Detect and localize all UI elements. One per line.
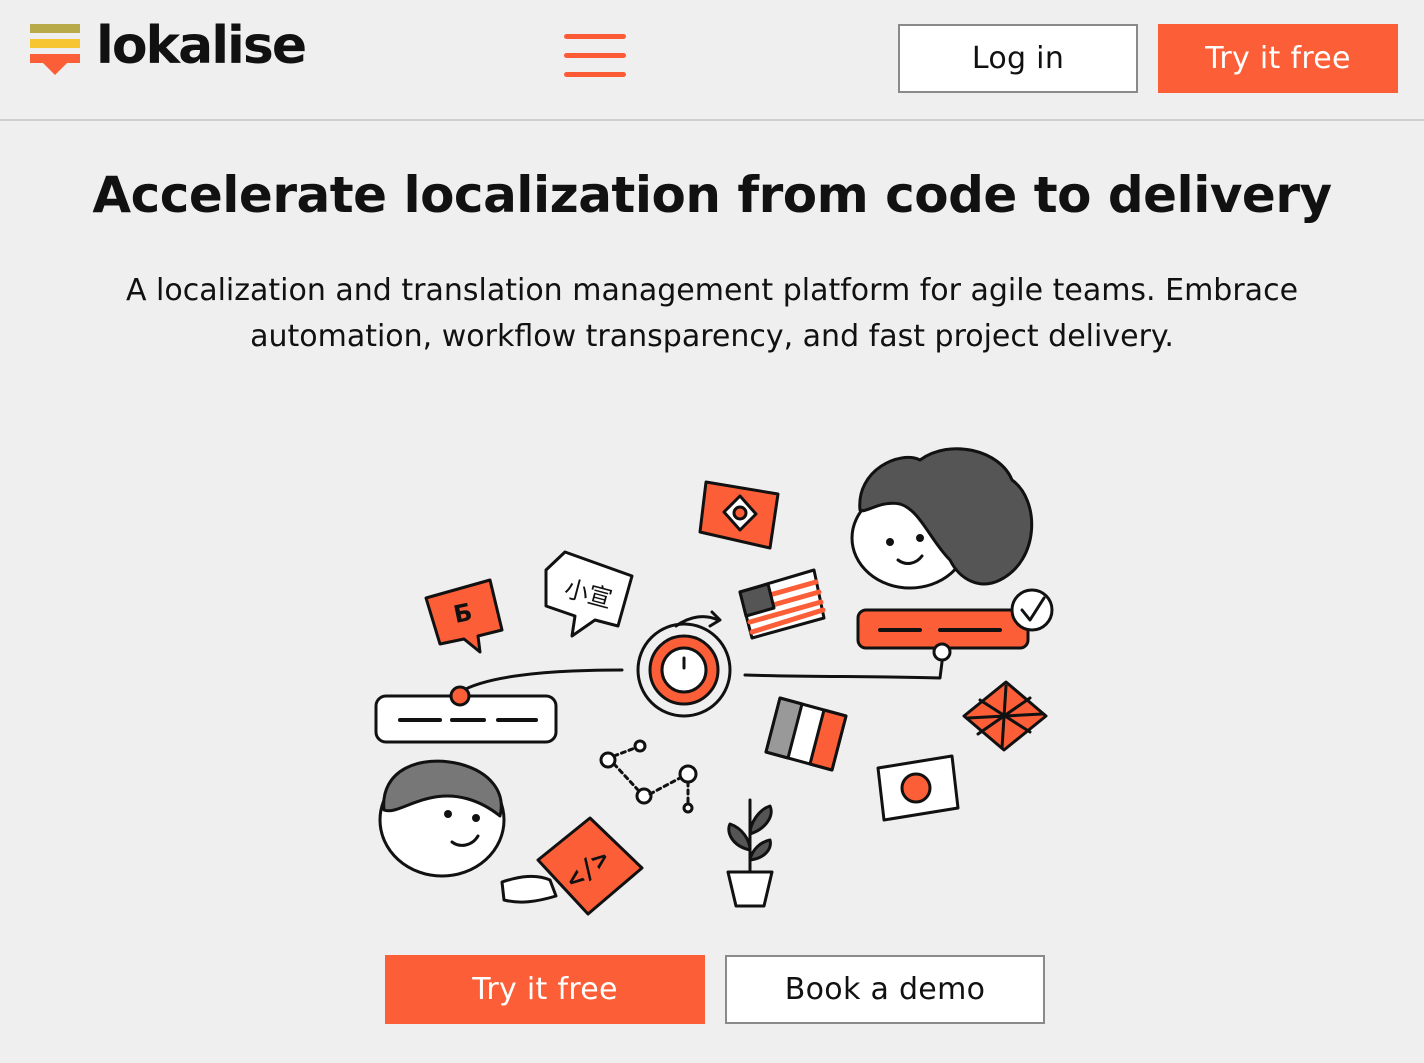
logo-wordmark: lokalise xyxy=(96,16,307,76)
login-button-label: Log in xyxy=(971,41,1065,76)
book-demo-button[interactable]: Book a demo xyxy=(725,955,1045,1024)
lokalise-logo[interactable]: lokalise xyxy=(30,20,307,84)
hero-subtitle-line-2: automation, workflow transparency, and f… xyxy=(250,319,1174,354)
hero-try-free-label: Try it free xyxy=(472,972,618,1007)
hero-subtitle-line-1: A localization and translation managemen… xyxy=(125,273,1299,308)
us-flag-icon xyxy=(738,568,826,640)
text-field-left-icon xyxy=(374,685,558,744)
hero-title: Accelerate localization from code to del… xyxy=(92,166,1332,224)
login-button[interactable]: Log in xyxy=(898,24,1138,93)
hero-illustration: Б 小宣 </> xyxy=(374,447,1054,916)
text-field-right-icon xyxy=(856,588,1054,662)
person-curly-hair-icon xyxy=(850,447,1034,590)
japan-flag-icon xyxy=(876,754,960,822)
hamburger-menu-icon[interactable] xyxy=(564,34,626,78)
site-header: lokalise Log in Try it free xyxy=(0,0,1424,121)
lokalise-logo-icon xyxy=(30,24,80,75)
header-try-free-button[interactable]: Try it free xyxy=(1158,24,1398,93)
orange-flag-icon xyxy=(698,480,780,550)
plant-icon xyxy=(726,798,774,908)
uk-flag-icon xyxy=(962,680,1048,752)
italy-flag-icon xyxy=(764,696,848,772)
book-demo-label: Book a demo xyxy=(784,972,986,1007)
clock-icon xyxy=(636,610,732,718)
person-short-hair-icon xyxy=(378,759,506,878)
hero-try-free-button[interactable]: Try it free xyxy=(385,955,705,1024)
graph-icon xyxy=(599,739,698,814)
hero-subtitle: A localization and translation managemen… xyxy=(112,268,1312,360)
header-try-free-label: Try it free xyxy=(1205,41,1351,76)
